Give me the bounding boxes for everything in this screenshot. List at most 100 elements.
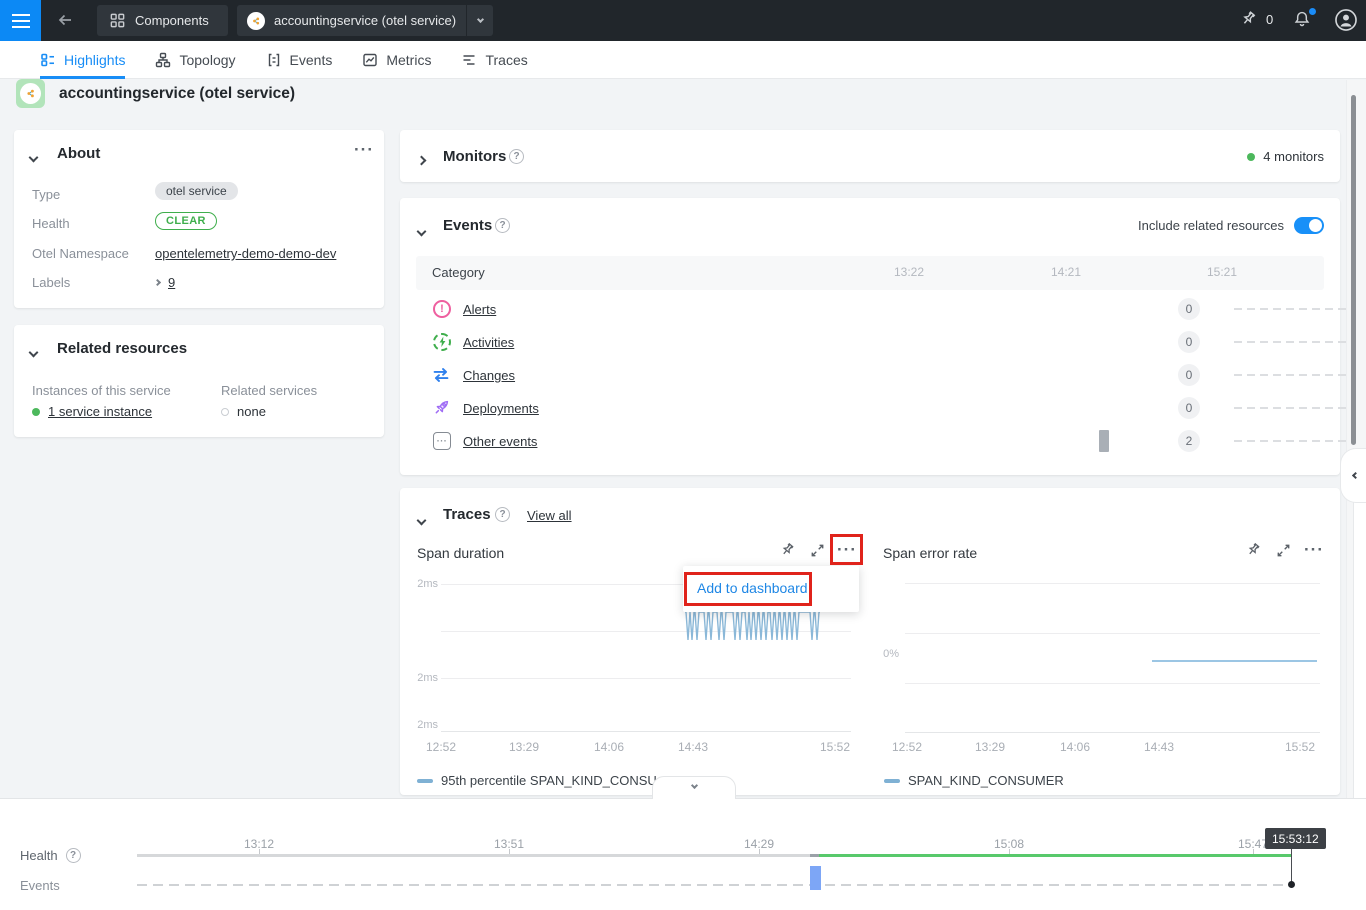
traces-collapse-toggle[interactable] xyxy=(418,511,425,529)
deployments-count: 0 xyxy=(1178,397,1200,419)
y-tick: 2ms xyxy=(408,578,438,590)
user-avatar-button[interactable] xyxy=(1334,8,1358,32)
service-instance-link[interactable]: 1 service instance xyxy=(48,404,152,419)
page-nav: Highlights Topology Events xyxy=(0,41,1366,79)
tab-dropdown-button[interactable] xyxy=(467,20,493,22)
traces-help-icon[interactable]: ? xyxy=(495,507,510,522)
namespace-link[interactable]: opentelemetry-demo-demo-dev xyxy=(155,246,336,261)
labels-expander[interactable]: 9 xyxy=(155,275,175,290)
page-title: accountingservice (otel service) xyxy=(59,85,295,103)
health-bar-unknown xyxy=(810,854,819,857)
alerts-link[interactable]: Alerts xyxy=(463,302,496,317)
other-events-link[interactable]: Other events xyxy=(463,434,537,449)
top-bar: Components accountingservice (otel servi… xyxy=(0,0,1366,41)
about-menu-button[interactable]: ··· xyxy=(354,145,374,155)
events-help-icon[interactable]: ? xyxy=(495,218,510,233)
span-duration-pin-button[interactable] xyxy=(774,537,800,563)
health-label: Health xyxy=(20,848,58,863)
event-marker-bar[interactable] xyxy=(810,866,821,890)
x-tick: 15:52 xyxy=(820,740,850,754)
x-tick: 15:52 xyxy=(1285,740,1315,754)
events-collapse-toggle[interactable] xyxy=(418,222,425,240)
tab-events[interactable]: Events xyxy=(266,52,333,68)
expand-icon xyxy=(1275,542,1292,559)
monitors-help-icon[interactable]: ? xyxy=(509,149,524,164)
health-row-label: Health ? xyxy=(20,848,81,863)
scrollbar-thumb[interactable] xyxy=(1351,95,1356,445)
service-icon xyxy=(247,12,265,30)
span-duration-title: Span duration xyxy=(417,545,504,561)
include-related-toggle[interactable] xyxy=(1294,217,1324,234)
gridline xyxy=(441,731,851,732)
alerts-count: 0 xyxy=(1178,298,1200,320)
alert-icon: ! xyxy=(433,300,451,318)
about-collapse-toggle[interactable] xyxy=(30,148,37,166)
gridline xyxy=(905,633,1320,634)
notifications-button[interactable] xyxy=(1292,9,1316,33)
tab-highlights[interactable]: Highlights xyxy=(40,41,125,79)
pin-icon xyxy=(1244,541,1262,559)
back-button[interactable] xyxy=(55,10,77,32)
app-window: Components accountingservice (otel servi… xyxy=(0,0,1366,910)
event-row-other: ··· Other events 2 xyxy=(400,430,1340,463)
x-tick: 14:43 xyxy=(678,740,708,754)
time-cursor-line[interactable] xyxy=(1291,849,1292,884)
category-header: Category xyxy=(432,265,485,280)
monitors-status: 4 monitors xyxy=(1263,149,1324,164)
health-label: Health xyxy=(32,216,70,231)
view-all-link[interactable]: View all xyxy=(527,508,572,523)
span-error-expand-button[interactable] xyxy=(1270,537,1296,563)
span-error-menu-button[interactable]: ··· xyxy=(1301,537,1327,563)
gridline xyxy=(441,678,851,679)
include-related-label: Include related resources xyxy=(1138,218,1284,233)
about-card: About ··· Type otel service Health CLEAR… xyxy=(14,130,384,308)
monitors-expand-toggle[interactable] xyxy=(418,151,425,169)
time-header: 15:21 xyxy=(1207,265,1237,279)
namespace-label: Otel Namespace xyxy=(32,246,129,261)
activities-link[interactable]: Activities xyxy=(463,335,514,350)
view-tab-service[interactable]: accountingservice (otel service) xyxy=(237,5,493,36)
x-tick: 12:52 xyxy=(892,740,922,754)
page-title-row: accountingservice (otel service) xyxy=(16,79,295,108)
span-duration-legend: 95th percentile SPAN_KIND_CONSUMER xyxy=(417,773,657,788)
related-title: Related resources xyxy=(57,340,187,357)
span-duration-expand-button[interactable] xyxy=(804,537,830,563)
back-arrow-icon xyxy=(55,10,75,30)
chevron-down-icon xyxy=(690,782,697,789)
span-error-pin-button[interactable] xyxy=(1240,537,1266,563)
health-help-icon[interactable]: ? xyxy=(66,848,81,863)
timeline-collapse-handle[interactable] xyxy=(652,776,736,799)
related-services-label: Related services xyxy=(221,383,317,398)
view-tab-components[interactable]: Components xyxy=(97,5,228,36)
tab-label: Metrics xyxy=(386,52,431,68)
traces-title: Traces xyxy=(443,506,491,523)
tab-topology[interactable]: Topology xyxy=(155,52,235,68)
event-row-changes: Changes 0 xyxy=(400,364,1340,397)
gridline xyxy=(905,683,1320,684)
event-bar[interactable] xyxy=(1099,430,1109,452)
other-events-count: 2 xyxy=(1178,430,1200,452)
x-tick: 13:29 xyxy=(975,740,1005,754)
health-bar-gray[interactable] xyxy=(137,854,810,857)
about-title: About xyxy=(57,145,100,162)
labels-count-link[interactable]: 9 xyxy=(168,275,175,290)
x-tick: 12:52 xyxy=(426,740,456,754)
type-value-pill: otel service xyxy=(155,182,238,200)
chevron-left-icon xyxy=(1352,472,1359,479)
pin-counter-button[interactable]: 0 xyxy=(1238,9,1273,29)
related-resources-card: Related resources Instances of this serv… xyxy=(14,325,384,437)
y-tick: 2ms xyxy=(408,719,438,731)
changes-link[interactable]: Changes xyxy=(463,368,515,383)
deployments-link[interactable]: Deployments xyxy=(463,401,539,416)
tab-metrics[interactable]: Metrics xyxy=(362,52,431,68)
span-error-rate-title: Span error rate xyxy=(883,545,977,561)
related-services-value: none xyxy=(237,404,266,419)
health-bar-green[interactable] xyxy=(819,854,1291,857)
type-label: Type xyxy=(32,187,60,202)
tab-traces[interactable]: Traces xyxy=(461,52,527,68)
changes-count: 0 xyxy=(1178,364,1200,386)
health-dot-icon xyxy=(32,408,40,416)
related-collapse-toggle[interactable] xyxy=(30,343,37,361)
hamburger-menu-button[interactable] xyxy=(0,0,41,41)
right-drawer-toggle[interactable] xyxy=(1340,448,1366,503)
